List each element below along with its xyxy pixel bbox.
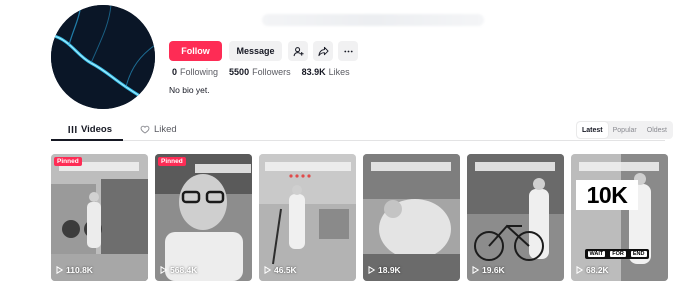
play-icon <box>56 266 63 274</box>
tab-liked-label: Liked <box>154 124 177 135</box>
profile-avatar[interactable] <box>51 5 155 109</box>
view-count-value: 68.2K <box>586 265 609 275</box>
video-card[interactable]: 18.9K <box>363 154 460 281</box>
view-count: 19.6K <box>472 265 505 275</box>
followers-count: 5500 <box>229 67 250 77</box>
sort-toggle: Latest Popular Oldest <box>576 121 673 139</box>
play-icon <box>576 266 583 274</box>
likes-label: Likes <box>328 67 350 77</box>
stat-following[interactable]: 0 Following <box>172 67 218 77</box>
followers-label: Followers <box>252 67 291 77</box>
profile-bio: No bio yet. <box>169 85 210 95</box>
sort-latest[interactable]: Latest <box>577 122 608 138</box>
view-count: 568.4K <box>160 265 197 275</box>
view-count-value: 18.9K <box>378 265 401 275</box>
share-icon <box>317 46 329 56</box>
active-tab-indicator <box>51 139 123 141</box>
sort-popular[interactable]: Popular <box>608 122 642 138</box>
more-options-button[interactable] <box>338 41 358 61</box>
sort-oldest[interactable]: Oldest <box>642 122 672 138</box>
more-dots-icon <box>343 50 353 52</box>
heart-lock-icon <box>140 125 150 134</box>
tab-videos[interactable]: Videos <box>68 124 112 135</box>
view-count-value: 46.5K <box>274 265 297 275</box>
view-count: 110.8K <box>56 265 93 275</box>
likes-count: 83.9K <box>301 67 326 77</box>
following-count: 0 <box>172 67 178 77</box>
tab-liked[interactable]: Liked <box>140 124 177 135</box>
play-icon <box>472 266 479 274</box>
follow-button[interactable]: Follow <box>169 41 222 61</box>
tag-word: FOR <box>610 251 626 257</box>
stat-followers[interactable]: 5500 Followers <box>229 67 291 77</box>
video-card[interactable]: 19.6K <box>467 154 564 281</box>
view-count: 18.9K <box>368 265 401 275</box>
tag-word: END <box>630 251 647 257</box>
video-card[interactable]: Pinned 568.4K <box>155 154 252 281</box>
view-count: 46.5K <box>264 265 297 275</box>
play-icon <box>368 266 375 274</box>
video-card[interactable]: 10K WAIT FOR END 68.2K <box>571 154 668 281</box>
play-icon <box>160 266 167 274</box>
tag-word: WAIT <box>587 251 606 257</box>
wait-for-end-tag: WAIT FOR END <box>585 249 649 259</box>
play-icon <box>264 266 271 274</box>
following-label: Following <box>180 67 219 77</box>
pinned-badge: Pinned <box>54 157 82 166</box>
add-user-icon <box>293 46 304 56</box>
share-button[interactable] <box>313 41 333 61</box>
view-count-value: 568.4K <box>170 265 198 275</box>
video-card[interactable]: 46.5K <box>259 154 356 281</box>
message-button[interactable]: Message <box>229 41 282 61</box>
video-overlay-text: 10K <box>576 180 638 210</box>
add-friend-button[interactable] <box>288 41 308 61</box>
view-count-value: 110.8K <box>66 265 93 275</box>
stat-likes: 83.9K Likes <box>302 67 350 77</box>
profile-stats: 0 Following 5500 Followers 83.9K Likes <box>172 67 361 77</box>
view-count: 68.2K <box>576 265 609 275</box>
profile-tabs: Videos Liked <box>51 120 665 141</box>
view-count-value: 19.6K <box>482 265 505 275</box>
video-card[interactable]: Pinned 110.8K <box>51 154 148 281</box>
tab-videos-label: Videos <box>81 124 112 135</box>
grid-icon <box>68 126 77 133</box>
username-placeholder <box>262 14 484 26</box>
pinned-badge: Pinned <box>158 157 186 166</box>
